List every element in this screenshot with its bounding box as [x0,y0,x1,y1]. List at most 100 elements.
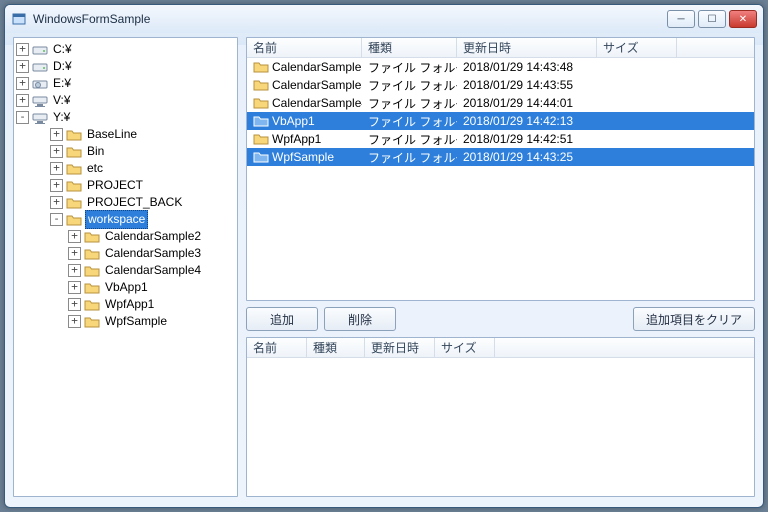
folder-icon [253,150,269,164]
file-list-top-header[interactable]: 名前種類更新日時サイズ [247,38,754,58]
tree-label: Bin [85,143,106,160]
expand-icon[interactable]: + [16,94,29,107]
folder-icon [66,162,82,176]
app-icon [11,11,27,27]
folder-icon [253,78,269,92]
cell-name: CalendarSample4 [272,96,362,110]
expand-icon[interactable]: + [50,179,63,192]
tree-drive[interactable]: + C:¥ [16,41,235,58]
expand-icon[interactable]: + [50,145,63,158]
add-button[interactable]: 追加 [246,307,318,331]
file-list-top[interactable]: 名前種類更新日時サイズ CalendarSample2 ファイル フォルダー 2… [246,37,755,301]
drive-icon [32,94,48,108]
expand-icon[interactable]: + [68,298,81,311]
list-row[interactable]: WpfSample ファイル フォルダー 2018/01/29 14:43:25 [247,148,754,166]
tree-subfolder[interactable]: + CalendarSample3 [16,245,235,262]
list-row[interactable]: WpfApp1 ファイル フォルダー 2018/01/29 14:42:51 [247,130,754,148]
tree-label: V:¥ [51,92,73,109]
folder-icon [66,128,82,142]
tree-pane[interactable]: + C:¥ + D:¥ + E:¥ + V:¥ - Y:¥ + BaseLine… [13,37,238,497]
folder-icon [84,247,100,261]
expand-icon[interactable]: + [16,43,29,56]
tree-subfolder[interactable]: + CalendarSample2 [16,228,235,245]
close-button[interactable]: ✕ [729,10,757,28]
expand-icon[interactable]: + [68,315,81,328]
tree-label: D:¥ [51,58,74,75]
tree-subfolder[interactable]: + CalendarSample4 [16,262,235,279]
tree-drive[interactable]: + E:¥ [16,75,235,92]
cell-type: ファイル フォルダー [362,149,457,166]
folder-icon [84,298,100,312]
titlebar[interactable]: WindowsFormSample ─ ☐ ✕ [5,5,763,33]
expand-icon[interactable]: + [68,230,81,243]
expand-icon[interactable]: + [50,196,63,209]
cell-type: ファイル フォルダー [362,131,457,148]
drive-icon [32,43,48,57]
tree-folder[interactable]: + BaseLine [16,126,235,143]
tree-subfolder[interactable]: + VbApp1 [16,279,235,296]
tree-folder[interactable]: + etc [16,160,235,177]
collapse-icon[interactable]: - [50,213,63,226]
expand-icon[interactable]: + [50,162,63,175]
tree-subfolder[interactable]: + WpfApp1 [16,296,235,313]
tree-drive[interactable]: + V:¥ [16,92,235,109]
expand-icon[interactable]: + [50,128,63,141]
col-type[interactable]: 種類 [307,338,365,357]
col-modified[interactable]: 更新日時 [365,338,435,357]
tree-label: C:¥ [51,41,74,58]
col-size[interactable]: サイズ [597,38,677,57]
folder-icon [84,230,100,244]
folder-icon [66,196,82,210]
list-row[interactable]: CalendarSample2 ファイル フォルダー 2018/01/29 14… [247,58,754,76]
tree-folder-workspace[interactable]: - workspace [16,211,235,228]
col-name[interactable]: 名前 [247,338,307,357]
expand-icon[interactable]: + [68,264,81,277]
cell-name: CalendarSample3 [272,78,362,92]
cell-name: WpfApp1 [272,132,321,146]
tree-folder[interactable]: + PROJECT_BACK [16,194,235,211]
list-row[interactable]: VbApp1 ファイル フォルダー 2018/01/29 14:42:13 [247,112,754,130]
window-title: WindowsFormSample [33,12,667,26]
tree-label: CalendarSample2 [103,228,203,245]
tree-label: CalendarSample4 [103,262,203,279]
tree-folder[interactable]: + PROJECT [16,177,235,194]
col-name[interactable]: 名前 [247,38,362,57]
expand-icon[interactable]: + [68,281,81,294]
drive-icon [32,111,48,125]
list-row[interactable]: CalendarSample4 ファイル フォルダー 2018/01/29 14… [247,94,754,112]
tree-label: VbApp1 [103,279,150,296]
col-modified[interactable]: 更新日時 [457,38,597,57]
tree-label: Y:¥ [51,109,72,126]
col-size[interactable]: サイズ [435,338,495,357]
cell-modified: 2018/01/29 14:42:51 [457,132,597,146]
tree-drive[interactable]: + D:¥ [16,58,235,75]
cell-type: ファイル フォルダー [362,113,457,130]
remove-button[interactable]: 削除 [324,307,396,331]
expand-icon[interactable]: + [16,77,29,90]
tree-label: WpfApp1 [103,296,156,313]
expand-icon[interactable]: + [16,60,29,73]
tree-folder[interactable]: + Bin [16,143,235,160]
maximize-button[interactable]: ☐ [698,10,726,28]
folder-icon [253,96,269,110]
cell-name: WpfSample [272,150,334,164]
right-area: 名前種類更新日時サイズ CalendarSample2 ファイル フォルダー 2… [246,37,755,497]
folder-icon [66,179,82,193]
expand-icon[interactable]: + [68,247,81,260]
cell-type: ファイル フォルダー [362,95,457,112]
tree-label: etc [85,160,105,177]
minimize-button[interactable]: ─ [667,10,695,28]
clear-button[interactable]: 追加項目をクリア [633,307,755,331]
tree-label: WpfSample [103,313,169,330]
tree-subfolder[interactable]: + WpfSample [16,313,235,330]
collapse-icon[interactable]: - [16,111,29,124]
cell-modified: 2018/01/29 14:42:13 [457,114,597,128]
tree-drive-expanded[interactable]: - Y:¥ [16,109,235,126]
window-buttons: ─ ☐ ✕ [667,10,757,28]
folder-icon [66,213,82,227]
file-list-bottom[interactable]: 名前種類更新日時サイズ [246,337,755,497]
col-type[interactable]: 種類 [362,38,457,57]
file-list-bottom-header[interactable]: 名前種類更新日時サイズ [247,338,754,358]
list-row[interactable]: CalendarSample3 ファイル フォルダー 2018/01/29 14… [247,76,754,94]
drive-icon [32,60,48,74]
